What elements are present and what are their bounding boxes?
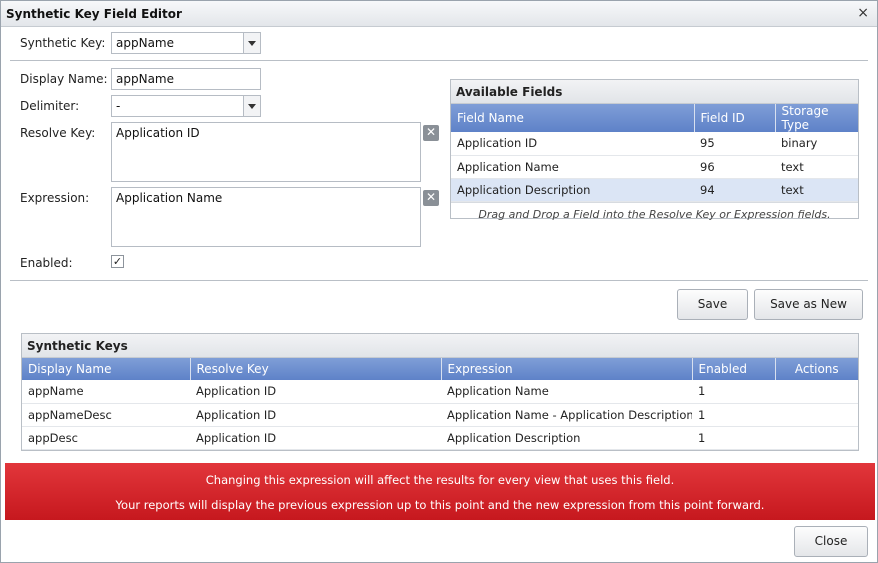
synthetic-key-field-editor-dialog: Synthetic Key Field Editor × Synthetic K… [0,0,878,563]
drag-drop-hint: Drag and Drop a Field into the Resolve K… [451,201,858,224]
display-name-input[interactable] [111,68,261,90]
clear-x-icon[interactable]: ✕ [423,125,439,141]
display-name-cell: appDesc [22,426,190,450]
enabled-cell: 1 [692,403,775,427]
resolve-key-label: Resolve Key: [20,126,96,140]
actions-cell[interactable] [775,403,858,427]
display-name-cell: appNameDesc [22,403,190,427]
display-name-cell: appName [22,380,190,404]
storage-type-cell: binary [775,132,858,156]
delimiter-label: Delimiter: [20,99,80,113]
synthetic-keys-table: Display Name Resolve Key Expression Enab… [22,358,858,450]
field-id-cell: 95 [694,132,775,156]
clear-x-icon[interactable]: ✕ [423,190,439,206]
actions-cell[interactable] [775,426,858,450]
synthetic-key-value: appName [116,36,174,50]
enabled-cell: 1 [692,426,775,450]
warning-line-1: Changing this expression will affect the… [205,473,675,487]
available-fields-title: Available Fields [451,80,858,104]
chevron-down-icon[interactable] [243,96,260,116]
synthetic-key-label: Synthetic Key: [20,36,106,50]
expression-label: Expression: [20,191,90,205]
table-row[interactable]: appName Application ID Application Name … [22,380,858,404]
column-header-enabled[interactable]: Enabled [692,358,776,380]
save-as-new-button[interactable]: Save as New [754,289,863,320]
column-header-display-name[interactable]: Display Name [22,358,191,380]
delimiter-value: - [116,99,121,113]
close-button[interactable]: Close [794,526,868,557]
title-bar: Synthetic Key Field Editor × [1,1,877,27]
available-fields-table: Field Name Field ID Storage Type Applica… [451,104,858,202]
display-name-label: Display Name: [20,72,108,86]
warning-banner: Changing this expression will affect the… [5,463,875,520]
column-header-actions[interactable]: Actions [775,358,858,380]
divider-top [10,60,868,61]
storage-type-cell: text [775,155,858,179]
divider-middle [10,280,868,281]
resolve-key-value: Application ID [116,126,200,140]
column-header-field-name[interactable]: Field Name [451,104,695,132]
expression-cell: Application Name [441,380,692,404]
resolve-key-cell: Application ID [190,426,441,450]
table-row[interactable]: Application ID 95 binary [451,132,858,156]
warning-line-2: Your reports will display the previous e… [115,498,765,512]
table-row[interactable]: appDesc Application ID Application Descr… [22,426,858,450]
dialog-title: Synthetic Key Field Editor [6,7,182,21]
synthetic-keys-title: Synthetic Keys [22,334,858,358]
resolve-key-cell: Application ID [190,380,441,404]
synthetic-key-select[interactable]: appName [111,32,261,54]
column-header-field-id[interactable]: Field ID [694,104,776,132]
field-name-cell: Application Name [451,155,694,179]
available-fields-panel: Available Fields Field Name Field ID Sto… [450,79,859,221]
chevron-down-icon[interactable] [243,33,260,53]
resolve-key-field[interactable]: Application ID [111,122,421,182]
resolve-key-cell: Application ID [190,403,441,427]
column-header-storage-type[interactable]: Storage Type [775,104,858,132]
expression-field[interactable]: Application Name [111,187,421,247]
enabled-checkbox[interactable]: ✓ [111,255,124,268]
table-row[interactable]: Application Name 96 text [451,155,858,179]
column-header-expression[interactable]: Expression [441,358,693,380]
field-name-cell: Application ID [451,132,694,156]
table-row-selected[interactable]: Application Description 94 text [451,178,858,202]
actions-cell[interactable] [775,380,858,404]
save-button[interactable]: Save [677,289,748,320]
field-id-cell: 96 [694,155,775,179]
enabled-label: Enabled: [20,256,73,270]
close-icon[interactable]: × [857,5,869,21]
field-name-cell: Application Description [451,178,694,202]
synthetic-keys-panel: Synthetic Keys Display Name Resolve Key … [21,333,859,451]
expression-cell: Application Name - Application Descripti… [441,403,692,427]
column-header-resolve-key[interactable]: Resolve Key [190,358,442,380]
expression-value: Application Name [116,191,223,205]
delimiter-select[interactable]: - [111,95,261,117]
field-id-cell: 94 [694,178,775,202]
storage-type-cell: text [775,178,858,202]
expression-cell: Application Description [441,426,692,450]
enabled-cell: 1 [692,380,775,404]
table-row[interactable]: appNameDesc Application ID Application N… [22,403,858,427]
